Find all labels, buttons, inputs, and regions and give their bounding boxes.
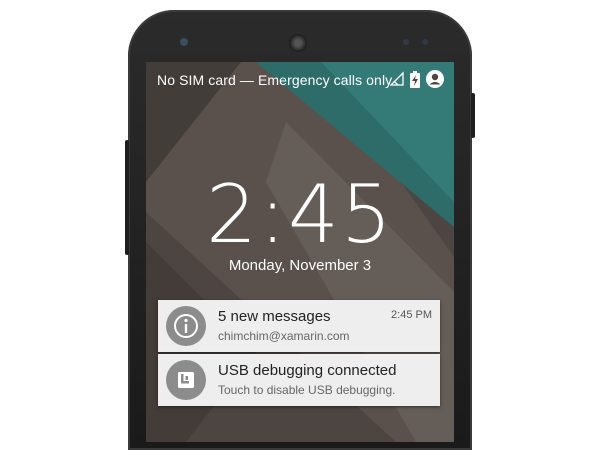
lock-screen: No SIM card — Emergency calls only 2:45 … [146,62,454,442]
volume-button [125,140,129,255]
notification-subtitle: chimchim@xamarin.com [218,329,350,343]
status-bar: No SIM card — Emergency calls only [146,62,454,96]
status-icons [390,70,444,88]
notification-title: 5 new messages [218,308,331,325]
carrier-status-text: No SIM card — Emergency calls only [157,72,393,88]
earpiece-speaker [289,34,307,52]
power-button [471,93,475,138]
no-signal-icon [390,71,404,86]
info-icon [166,306,206,346]
front-camera [180,38,188,46]
lockscreen-date: Monday, November 3 [228,257,372,274]
usb-debug-icon [166,360,206,400]
notification-title: USB debugging connected [218,362,397,379]
notification-time: 2:45 PM [391,309,432,321]
user-account-icon[interactable] [426,70,444,88]
notification-card[interactable]: 5 new messages chimchim@xamarin.com 2:45… [158,300,440,352]
notification-subtitle: Touch to disable USB debugging. [218,383,396,397]
battery-charging-icon [410,70,420,88]
light-sensor [422,39,428,45]
lockscreen-clock: 2:45 [206,168,394,261]
notification-card[interactable]: USB debugging connected Touch to disable… [158,354,440,406]
proximity-sensor [403,39,409,45]
